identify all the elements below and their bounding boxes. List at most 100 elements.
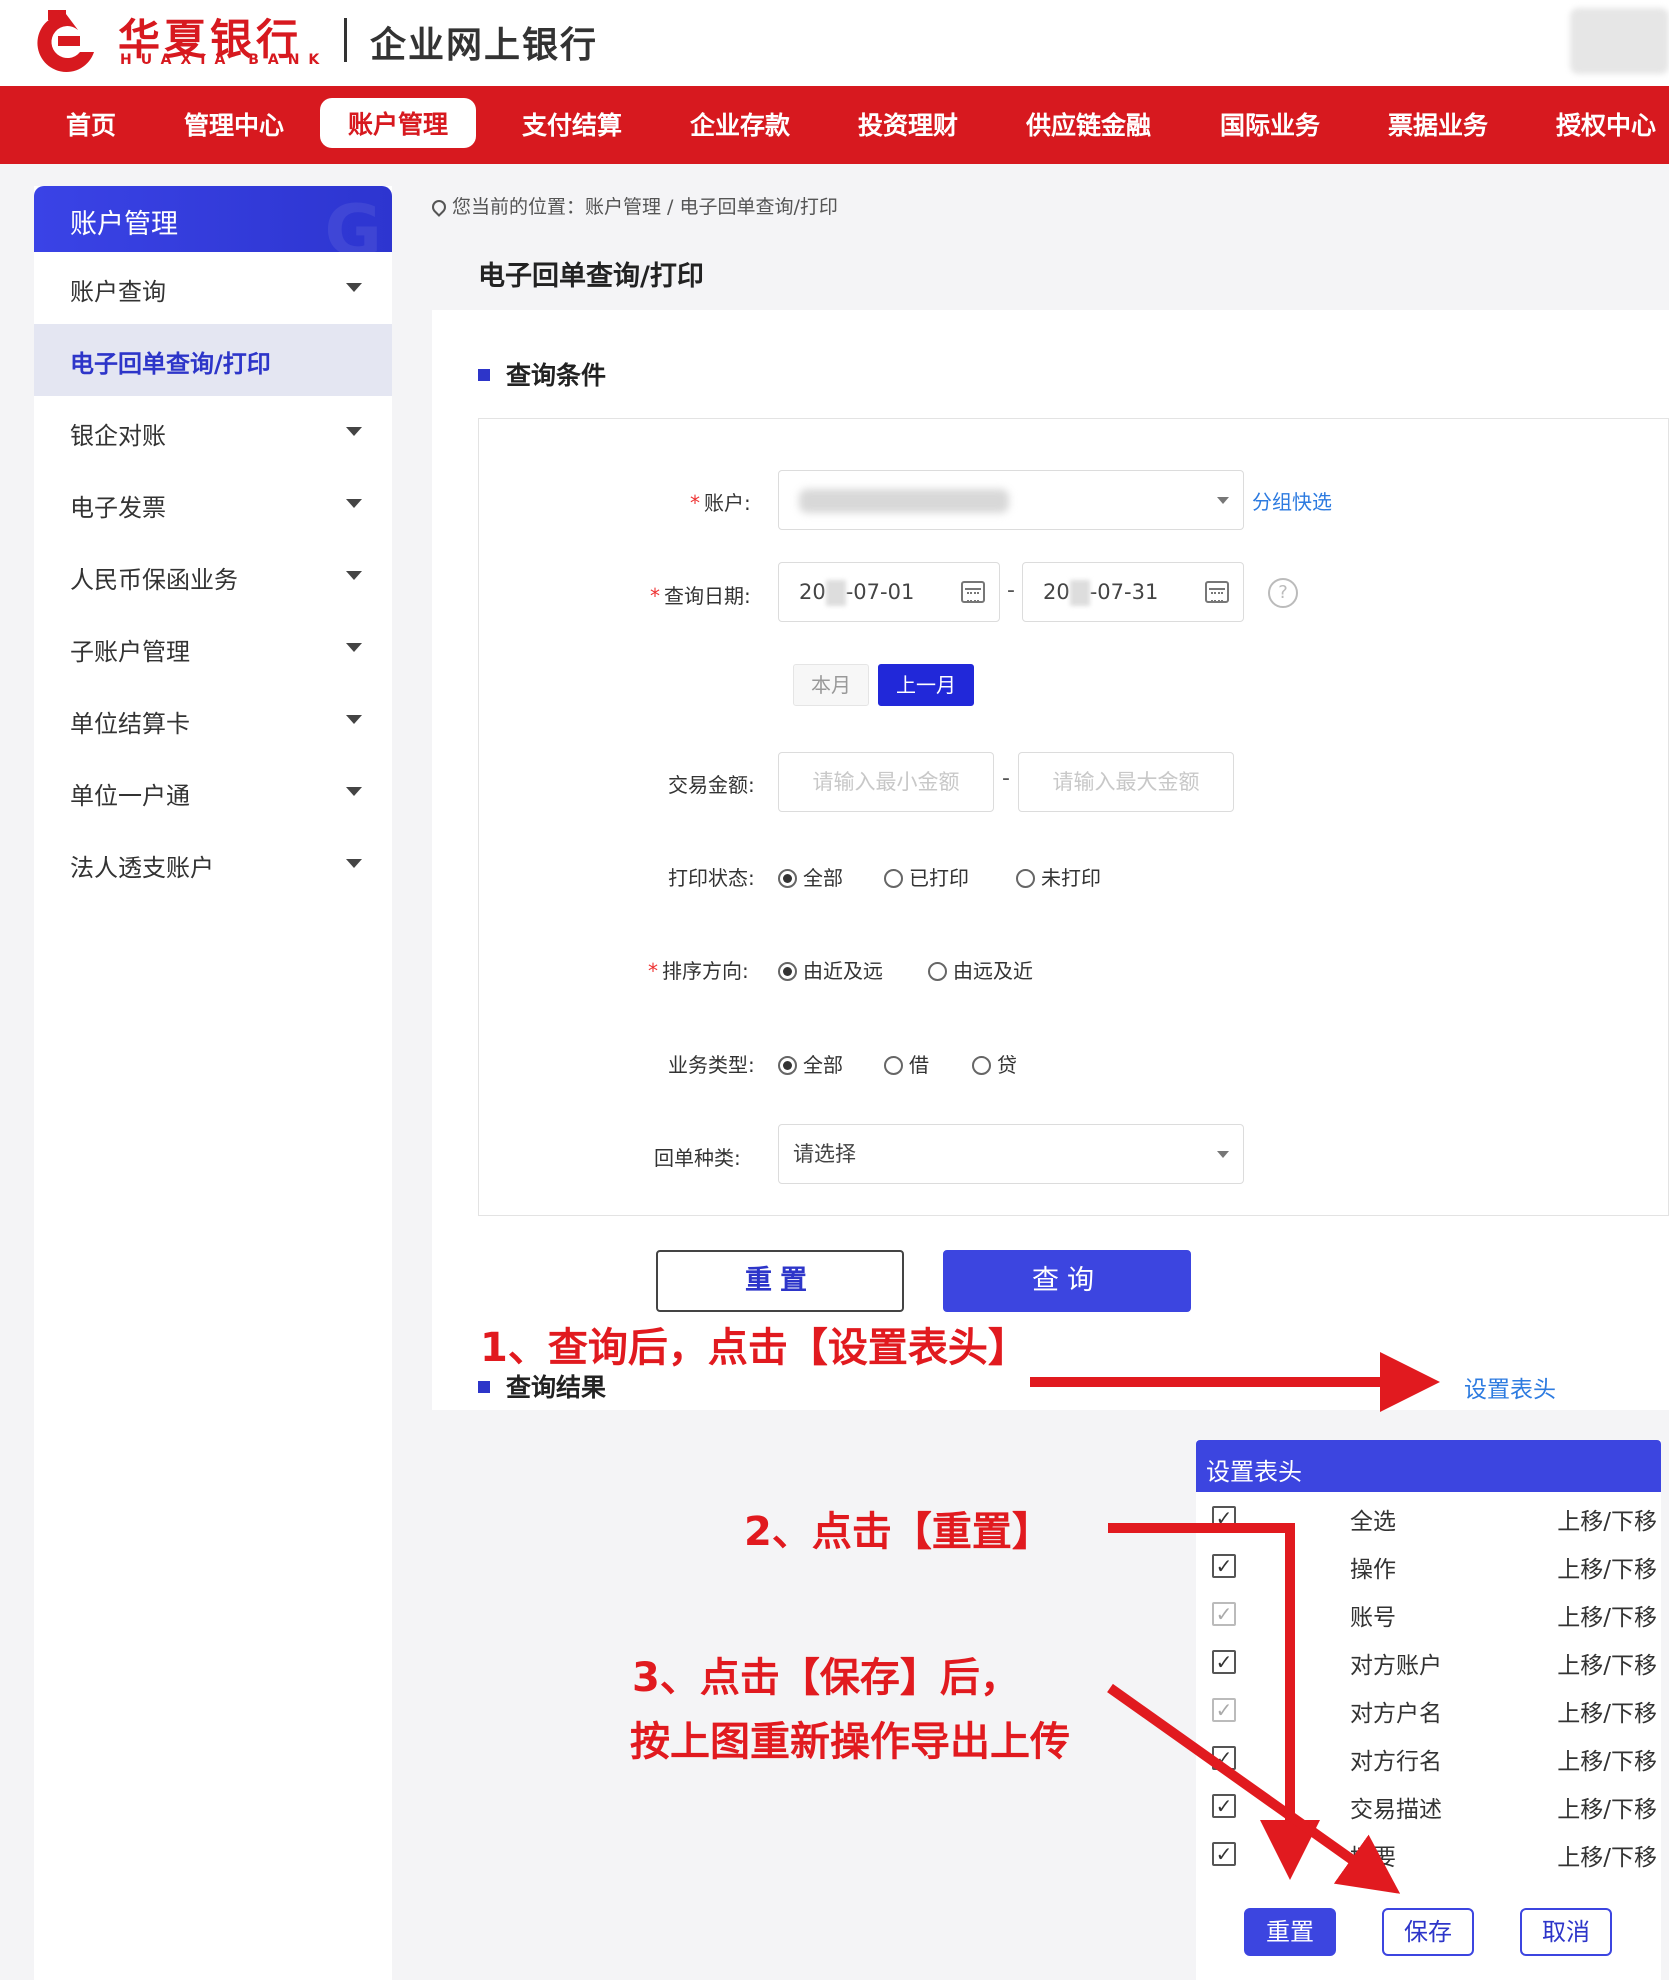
popup-title: 设置表头 <box>1196 1440 1661 1492</box>
query-section-title: 查询条件 <box>478 356 606 392</box>
popup-cancel-button[interactable]: 取消 <box>1520 1908 1612 1956</box>
sidebar-logo-watermark-icon: G <box>324 190 382 252</box>
column-checkbox[interactable]: ✓ <box>1212 1554 1236 1578</box>
popup-save-button[interactable]: 保存 <box>1382 1908 1474 1956</box>
nav-item-international[interactable]: 国际业务 <box>1220 106 1320 142</box>
amount-min-input[interactable]: 请输入最小金额 <box>778 752 994 812</box>
nav-item-deposit[interactable]: 企业存款 <box>690 106 790 142</box>
column-name: 对方行名 <box>1350 1749 1442 1775</box>
bank-name-en: HUAXIA BANK <box>120 52 329 68</box>
breadcrumb: 您当前的位置：账户管理 / 电子回单查询/打印 <box>429 192 838 219</box>
column-row: ✓ 账号 上移/下移 <box>1196 1592 1661 1640</box>
column-row: ✓ 交易描述 上移/下移 <box>1196 1784 1661 1832</box>
chevron-down-icon <box>346 715 362 724</box>
nav-item-authorization[interactable]: 授权中心 <box>1556 106 1656 142</box>
account-select[interactable] <box>778 470 1244 530</box>
chevron-down-icon <box>1217 1151 1229 1158</box>
sidebar-item-bank-reconciliation[interactable]: 银企对账 <box>34 396 392 468</box>
section-marker-icon <box>478 369 490 381</box>
sidebar-title: 账户管理 G <box>34 186 392 252</box>
nav-item-home[interactable]: 首页 <box>66 106 116 142</box>
column-name: 操作 <box>1350 1557 1396 1583</box>
sidebar-item-e-invoice[interactable]: 电子发票 <box>34 468 392 540</box>
chevron-down-icon <box>346 499 362 508</box>
nav-item-account-management[interactable]: 账户管理 <box>320 98 477 148</box>
move-up-down-control[interactable]: 上移/下移 <box>1557 1502 1657 1536</box>
column-checkbox[interactable]: ✓ <box>1212 1794 1236 1818</box>
nav-item-supply-chain[interactable]: 供应链金融 <box>1026 106 1151 142</box>
move-up-down-control[interactable]: 上移/下移 <box>1557 1694 1657 1728</box>
amount-separator: - <box>1002 766 1010 791</box>
column-row: ✓ 摘要 上移/下移 <box>1196 1832 1661 1880</box>
chevron-down-icon <box>1217 497 1229 504</box>
select-all-checkbox[interactable]: ✓ <box>1212 1506 1236 1530</box>
chevron-down-icon <box>346 859 362 868</box>
column-settings-popup: 设置表头 ✓ 全选 上移/下移 ✓ 操作 上移/下移 ✓ 账号 上移/下移 ✓ … <box>1196 1440 1661 1980</box>
move-up-down-control[interactable]: 上移/下移 <box>1557 1550 1657 1584</box>
this-month-button[interactable]: 本月 <box>793 664 869 706</box>
nav-item-bills[interactable]: 票据业务 <box>1388 106 1488 142</box>
chevron-down-icon <box>346 643 362 652</box>
column-name: 账号 <box>1350 1605 1396 1631</box>
print-status-unprinted-radio[interactable]: 未打印 <box>1016 862 1101 891</box>
print-status-label: 打印状态: <box>668 866 755 890</box>
sidebar-item-settlement-card[interactable]: 单位结算卡 <box>34 684 392 756</box>
sidebar: 账户管理 G 账户查询 电子回单查询/打印 银企对账 电子发票 人民币保函业务 … <box>34 186 392 1980</box>
move-up-down-control[interactable]: 上移/下移 <box>1557 1790 1657 1824</box>
biz-type-debit-radio[interactable]: 借 <box>884 1049 929 1078</box>
calendar-icon[interactable] <box>961 581 985 603</box>
column-name: 全选 <box>1350 1509 1396 1535</box>
app-subtitle: 企业网上银行 <box>370 25 599 66</box>
column-row: ✓ 对方账户 上移/下移 <box>1196 1640 1661 1688</box>
nav-item-investment[interactable]: 投资理财 <box>858 106 958 142</box>
print-status-all-radio[interactable]: 全部 <box>778 862 843 891</box>
amount-max-input[interactable]: 请输入最大金额 <box>1018 752 1234 812</box>
group-select-link[interactable]: 分组快选 <box>1252 486 1332 515</box>
date-start-input[interactable]: 20 -07-01 <box>778 562 1000 622</box>
sort-near-to-far-radio[interactable]: 由近及远 <box>778 955 883 984</box>
account-value-blurred <box>799 489 1009 513</box>
chevron-down-icon <box>346 571 362 580</box>
date-end-input[interactable]: 20 -07-31 <box>1022 562 1244 622</box>
popup-reset-button[interactable]: 重置 <box>1244 1908 1336 1956</box>
move-up-down-control[interactable]: 上移/下移 <box>1557 1646 1657 1680</box>
help-icon[interactable]: ? <box>1268 578 1298 608</box>
sidebar-item-receipt-query[interactable]: 电子回单查询/打印 <box>34 324 392 396</box>
nav-item-payment[interactable]: 支付结算 <box>522 106 622 142</box>
sidebar-item-overdraft[interactable]: 法人透支账户 <box>34 828 392 900</box>
user-info-blurred[interactable] <box>1570 8 1669 74</box>
reset-button[interactable]: 重置 <box>656 1250 904 1312</box>
last-month-button[interactable]: 上一月 <box>878 664 974 706</box>
column-checkbox[interactable]: ✓ <box>1212 1650 1236 1674</box>
column-checkbox[interactable]: ✓ <box>1212 1698 1236 1722</box>
column-checkbox[interactable]: ✓ <box>1212 1746 1236 1770</box>
column-name: 对方户名 <box>1350 1701 1442 1727</box>
move-up-down-control[interactable]: 上移/下移 <box>1557 1838 1657 1872</box>
biz-type-all-radio[interactable]: 全部 <box>778 1049 843 1078</box>
sort-far-to-near-radio[interactable]: 由远及近 <box>928 955 1033 984</box>
move-up-down-control[interactable]: 上移/下移 <box>1557 1598 1657 1632</box>
column-checkbox[interactable]: ✓ <box>1212 1842 1236 1866</box>
column-checkbox[interactable]: ✓ <box>1212 1602 1236 1626</box>
logo-divider <box>344 18 347 62</box>
top-header: 华夏银行 HUAXIA BANK 企业网上银行 <box>0 0 1669 86</box>
set-header-link[interactable]: 设置表头 <box>1464 1370 1556 1404</box>
results-section-title: 查询结果 <box>478 1368 606 1404</box>
column-row: ✓ 对方行名 上移/下移 <box>1196 1736 1661 1784</box>
sidebar-item-guarantee[interactable]: 人民币保函业务 <box>34 540 392 612</box>
location-pin-icon <box>429 197 449 217</box>
chevron-down-icon <box>346 787 362 796</box>
main-nav: 首页 管理中心 账户管理 支付结算 企业存款 投资理财 供应链金融 国际业务 票… <box>0 86 1669 164</box>
move-up-down-control[interactable]: 上移/下移 <box>1557 1742 1657 1776</box>
date-separator: - <box>1007 578 1015 603</box>
sidebar-item-sub-account[interactable]: 子账户管理 <box>34 612 392 684</box>
receipt-type-select[interactable]: 请选择 <box>778 1124 1244 1184</box>
print-status-printed-radio[interactable]: 已打印 <box>884 862 969 891</box>
sidebar-item-account-query[interactable]: 账户查询 <box>34 252 392 324</box>
biz-type-credit-radio[interactable]: 贷 <box>972 1049 1017 1078</box>
search-button[interactable]: 查询 <box>943 1250 1191 1312</box>
calendar-icon[interactable] <box>1205 581 1229 603</box>
nav-item-management[interactable]: 管理中心 <box>184 106 284 142</box>
sidebar-item-one-account[interactable]: 单位一户通 <box>34 756 392 828</box>
column-name: 摘要 <box>1350 1845 1396 1871</box>
